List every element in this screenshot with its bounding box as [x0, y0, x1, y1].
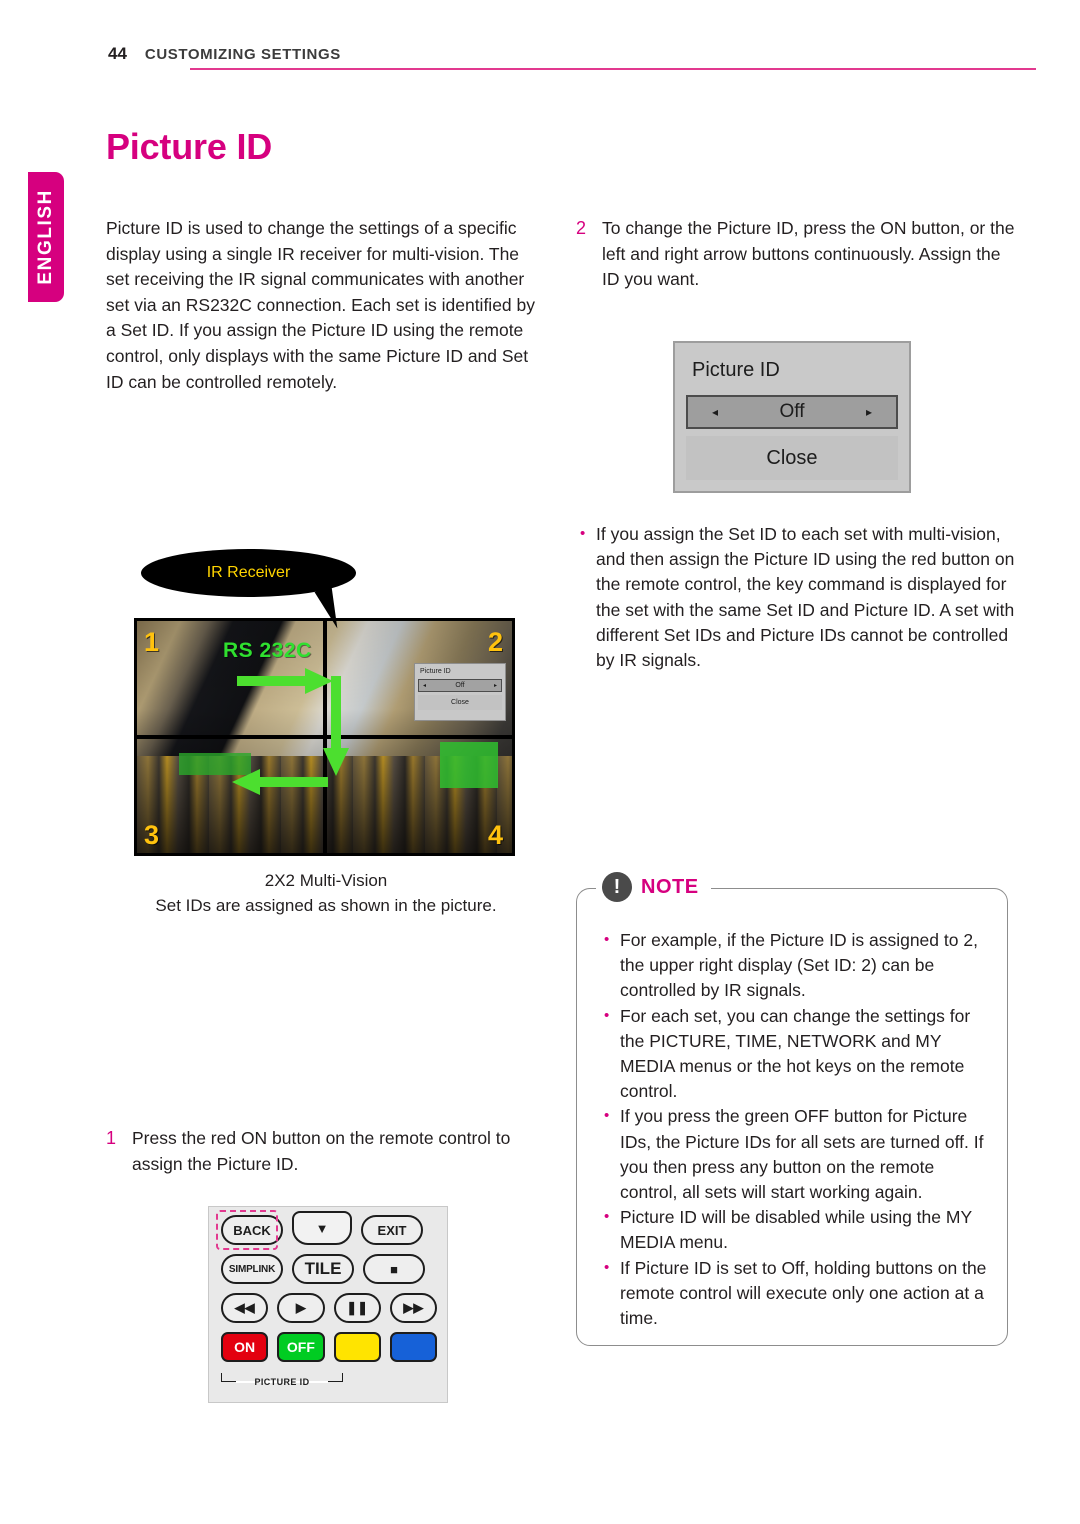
- tile-button-label: TILE: [304, 1259, 342, 1278]
- note-label-group: ! NOTE: [596, 872, 711, 902]
- mini-osd-title: Picture ID: [420, 668, 451, 675]
- intro-paragraph: Picture ID is used to change the setting…: [106, 218, 535, 392]
- list-item: If you assign the Set ID to each set wit…: [576, 521, 1016, 673]
- osd-value-selector[interactable]: ◂ Off ▸: [686, 395, 898, 429]
- list-item: If you press the green OFF button for Pi…: [600, 1103, 996, 1205]
- list-item: If Picture ID is set to Off, holding but…: [600, 1255, 996, 1332]
- step-2-number: 2: [576, 218, 587, 238]
- remote-color-buttons: ON OFF: [216, 1210, 437, 1362]
- mini-osd-dialog: Picture ID ◂ Off ▸ Close: [414, 663, 506, 721]
- quadrant-number-2: 2: [487, 627, 503, 657]
- stop-icon: ■: [390, 1261, 398, 1277]
- osd-arrow-right-icon[interactable]: ▸: [866, 405, 872, 419]
- language-tab-label: ENGLISH: [35, 189, 56, 285]
- stop-button[interactable]: ■: [363, 1254, 425, 1284]
- off-button[interactable]: OFF: [277, 1332, 325, 1362]
- remote-control-figure: BACK ▼ EXIT SIMPLINK TILE ■ ◀◀ ▶ ❚❚ ▶▶ O…: [208, 1206, 448, 1403]
- simplink-button[interactable]: SIMPLINK: [221, 1254, 283, 1284]
- osd-close-button[interactable]: Close: [686, 436, 898, 480]
- remote-button-rows: BACK ▼ EXIT SIMPLINK TILE ■ ◀◀ ▶ ❚❚ ▶▶ O…: [216, 1210, 437, 1362]
- quadrant-number-1: 1: [144, 627, 160, 657]
- arrow-right-icon: [237, 668, 333, 694]
- exit-button-label: EXIT: [377, 1222, 407, 1238]
- pause-button[interactable]: ❚❚: [333, 1293, 381, 1323]
- step-1-number: 1: [106, 1128, 117, 1148]
- remote-row-2: SIMPLINK TILE ■: [221, 1254, 437, 1284]
- pause-icon: ❚❚: [346, 1300, 369, 1315]
- fast-forward-button[interactable]: ▶▶: [389, 1293, 437, 1323]
- section-title: CUSTOMIZING SETTINGS: [144, 46, 341, 63]
- language-tab-english: ENGLISH: [28, 172, 64, 302]
- page-title: Picture ID: [106, 126, 273, 167]
- back-button-label: BACK: [233, 1222, 271, 1238]
- rs232c-label: RS 232C: [223, 639, 312, 662]
- off-button-label: OFF: [286, 1339, 315, 1355]
- remote-row-3: ◀◀ ▶ ❚❚ ▶▶: [221, 1293, 437, 1323]
- on-button-label: ON: [234, 1339, 256, 1355]
- figure-caption: 2X2 Multi-Vision Set IDs are assigned as…: [106, 868, 546, 918]
- chevron-down-icon: ▼: [315, 1220, 329, 1236]
- mini-osd-close: Close: [418, 695, 502, 710]
- right-bullets: If you assign the Set ID to each set wit…: [576, 521, 1016, 673]
- ir-receiver-label: IR Receiver: [206, 564, 291, 581]
- right-column: 2 To change the Picture ID, press the ON…: [576, 216, 1016, 293]
- mini-osd-value: Off: [455, 682, 465, 689]
- note-body: For example, if the Picture ID is assign…: [600, 927, 996, 1332]
- remote-row-1: BACK ▼ EXIT: [221, 1211, 437, 1245]
- list-item: Picture ID will be disabled while using …: [600, 1204, 996, 1255]
- tv-wall-2x2: 1 2 3 4 RS 232C Picture ID ◂ Off ▸ Close: [134, 618, 515, 856]
- tile-button[interactable]: TILE: [292, 1254, 354, 1284]
- ir-receiver-callout: IR Receiver: [141, 549, 356, 597]
- quadrant-number-3: 3: [144, 820, 160, 850]
- figure-caption-line1: 2X2 Multi-Vision: [264, 871, 388, 890]
- quadrant-number-4: 4: [487, 820, 503, 850]
- step-1-row: 1 Press the red ON button on the remote …: [106, 1126, 556, 1177]
- down-arrow-button[interactable]: ▼: [292, 1211, 352, 1245]
- arrow-left-icon: [232, 769, 328, 795]
- play-button[interactable]: ▶: [277, 1293, 325, 1323]
- step-1: 1 Press the red ON button on the remote …: [106, 1126, 556, 1177]
- note-bullets: For example, if the Picture ID is assign…: [600, 927, 996, 1332]
- picture-id-caption: PICTURE ID: [254, 1377, 310, 1387]
- list-item: For each set, you can change the setting…: [600, 1003, 996, 1105]
- list-item: For example, if the Picture ID is assign…: [600, 927, 996, 1004]
- mini-osd-arrow-left-icon: ◂: [423, 683, 427, 689]
- photo-green-sign: [440, 741, 498, 788]
- rewind-icon: ◀◀: [234, 1300, 255, 1315]
- osd-value: Off: [779, 401, 805, 422]
- right-bullet-list: If you assign the Set ID to each set wit…: [576, 521, 1016, 673]
- figure-caption-line2: Set IDs are assigned as shown in the pic…: [155, 896, 497, 915]
- back-button[interactable]: BACK: [221, 1215, 283, 1245]
- page-number: 44: [108, 44, 127, 63]
- mini-osd-arrow-right-icon: ▸: [493, 683, 497, 689]
- blue-button[interactable]: [389, 1332, 437, 1362]
- yellow-button[interactable]: [333, 1332, 381, 1362]
- osd-title: Picture ID: [680, 348, 904, 392]
- exclamation-icon: !: [602, 872, 632, 902]
- rewind-button[interactable]: ◀◀: [221, 1293, 269, 1323]
- simplink-button-label: SIMPLINK: [228, 1263, 276, 1275]
- fast-forward-icon: ▶▶: [403, 1300, 424, 1315]
- exclamation-glyph: !: [613, 876, 621, 898]
- on-button[interactable]: ON: [216, 1210, 278, 1362]
- note-title: NOTE: [641, 875, 699, 898]
- step-2: 2 To change the Picture ID, press the ON…: [576, 216, 1016, 293]
- exit-button[interactable]: EXIT: [361, 1215, 423, 1245]
- play-icon: ▶: [295, 1300, 306, 1315]
- step-1-text: Press the red ON button on the remote co…: [132, 1128, 511, 1174]
- step-2-text: To change the Picture ID, press the ON b…: [602, 218, 1015, 290]
- arrow-down-icon: [323, 676, 349, 776]
- left-column: Picture ID is used to change the setting…: [106, 216, 546, 395]
- picture-id-osd-dialog: Picture ID ◂ Off ▸ Close: [673, 341, 911, 493]
- osd-arrow-left-icon[interactable]: ◂: [712, 405, 718, 419]
- mini-osd-value-row: ◂ Off ▸: [418, 679, 502, 692]
- page-header: 44 CUSTOMIZING SETTINGS: [108, 44, 1036, 64]
- header-divider: [190, 68, 1036, 70]
